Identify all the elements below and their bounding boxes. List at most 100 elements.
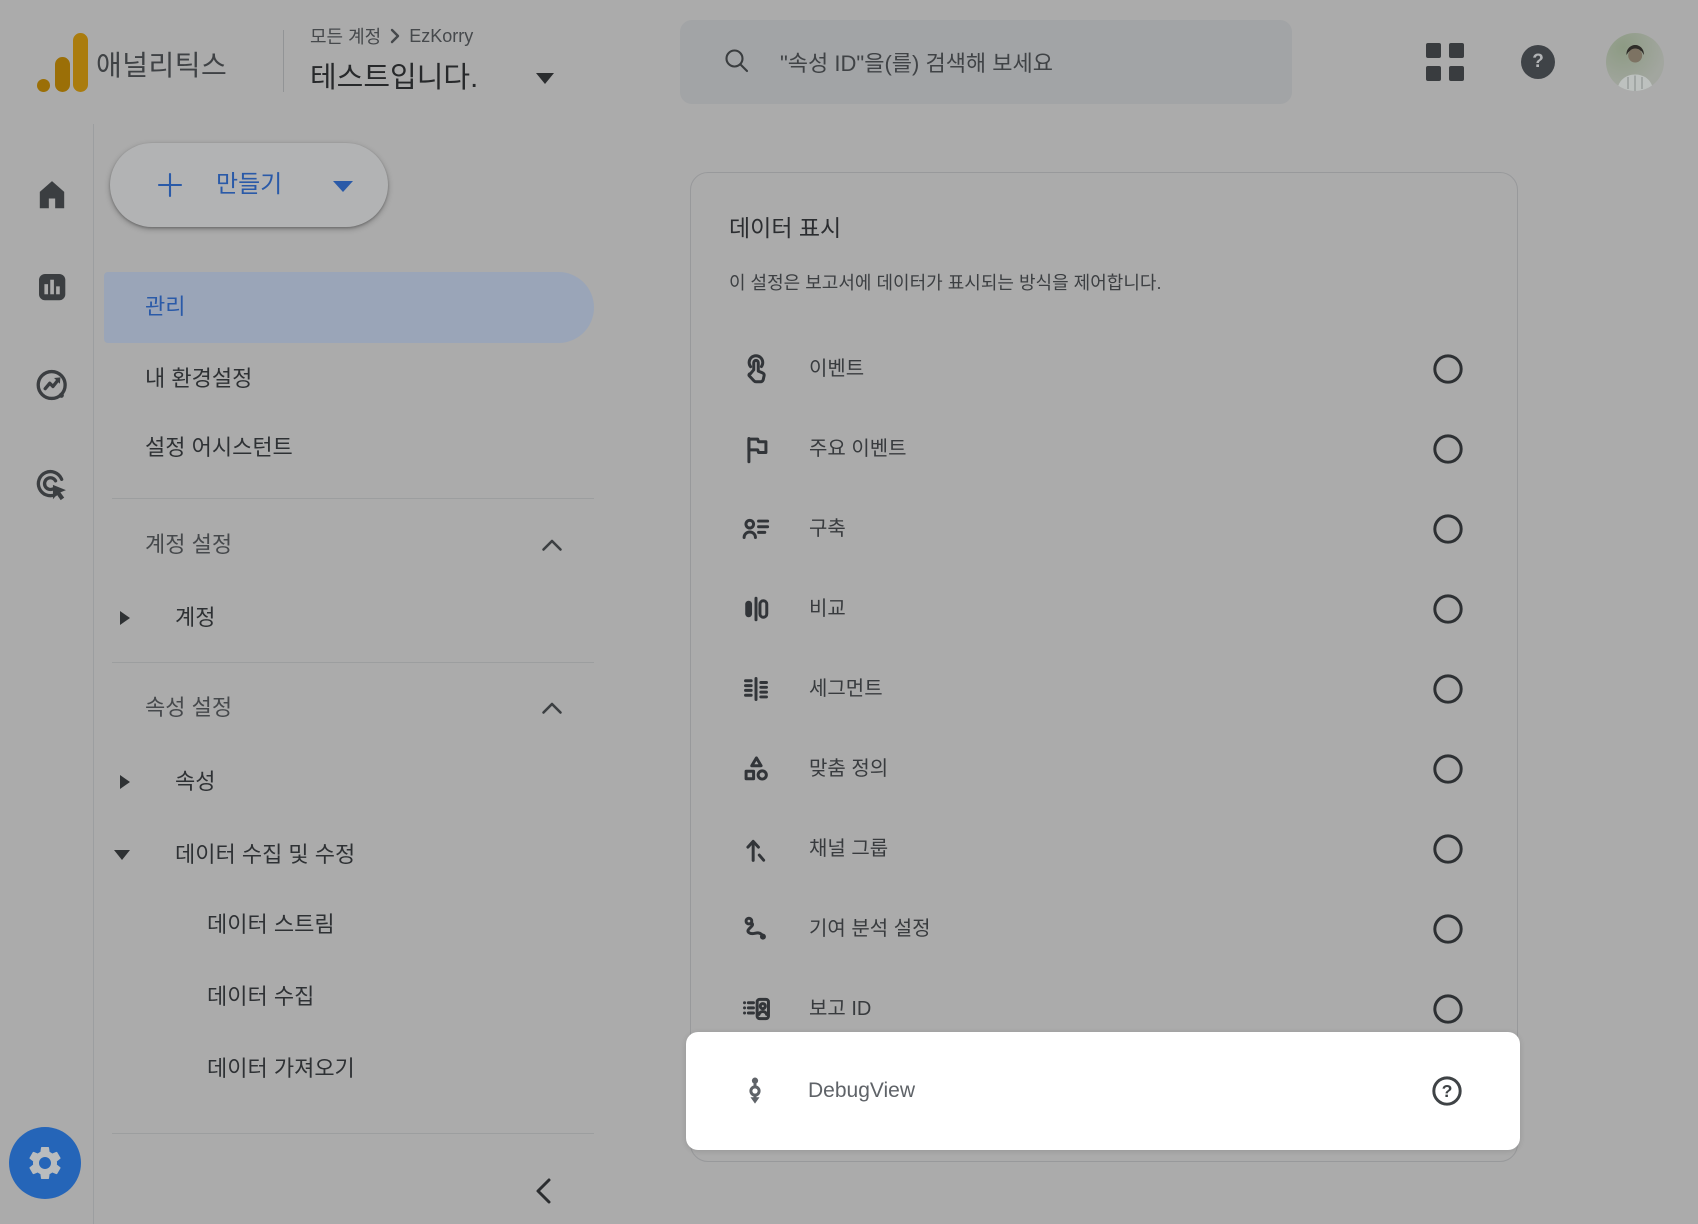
- card-row-audiences[interactable]: 구축 ?: [691, 489, 1517, 569]
- gear-icon: [25, 1143, 65, 1183]
- collapse-nav-icon[interactable]: [531, 1175, 557, 1207]
- grid-square: [1426, 43, 1441, 58]
- sidebar-item-reports[interactable]: [33, 268, 71, 306]
- logo-bar-mid: [55, 57, 70, 92]
- avatar-portrait: [1606, 33, 1664, 91]
- admin-settings-button[interactable]: [9, 1127, 81, 1199]
- row-label[interactable]: 구축: [809, 489, 846, 569]
- sidebar-item-account[interactable]: 계정: [175, 600, 215, 636]
- breadcrumb: 모든 계정 EzKorry: [310, 24, 473, 48]
- plus-icon: [156, 171, 184, 199]
- row-label[interactable]: 주요 이벤트: [809, 409, 907, 489]
- svg-text:?: ?: [1443, 919, 1454, 939]
- svg-text:?: ?: [1443, 359, 1454, 379]
- search-bar[interactable]: "속성 ID"을(를) 검색해 보세요: [680, 20, 1292, 104]
- custom-shapes-icon: [739, 752, 773, 786]
- svg-text:?: ?: [1443, 519, 1454, 539]
- property-caret-icon: [536, 73, 554, 84]
- grid-square: [1449, 66, 1464, 81]
- create-button[interactable]: 만들기: [110, 143, 388, 227]
- debugview-spotlight-row[interactable]: DebugView ?: [686, 1032, 1520, 1150]
- question-glyph: ?: [1532, 51, 1544, 73]
- sidebar-item-my-preferences[interactable]: 내 환경설정: [145, 361, 252, 397]
- flag-icon: [739, 432, 773, 466]
- help-icon[interactable]: ?: [1431, 912, 1465, 946]
- card-row-attribution-settings[interactable]: 기여 분석 설정 ?: [691, 889, 1517, 969]
- chevron-up-icon[interactable]: [541, 538, 563, 552]
- svg-text:?: ?: [1443, 599, 1454, 619]
- card-row-channel-groups[interactable]: 채널 그룹 ?: [691, 809, 1517, 889]
- help-icon[interactable]: ?: [1431, 752, 1465, 786]
- card-subtitle: 이 설정은 보고서에 데이터가 표시되는 방식을 제어합니다.: [729, 269, 1161, 295]
- help-icon[interactable]: ?: [1431, 512, 1465, 546]
- breadcrumb-root[interactable]: 모든 계정: [310, 23, 381, 49]
- row-label[interactable]: 비교: [809, 569, 846, 649]
- breadcrumb-account[interactable]: EzKorry: [409, 26, 473, 47]
- audience-person-list-icon: [739, 512, 773, 546]
- sidebar-item-property[interactable]: 속성: [175, 764, 215, 800]
- property-name[interactable]: 테스트입니다.: [310, 54, 478, 96]
- row-label[interactable]: 이벤트: [809, 329, 864, 409]
- property-selector[interactable]: 테스트입니다.: [310, 54, 554, 96]
- nav-divider: [112, 1133, 594, 1134]
- expand-right-icon[interactable]: [120, 775, 130, 789]
- section-account-settings[interactable]: 계정 설정: [145, 527, 232, 563]
- sidebar-item-data-streams[interactable]: 데이터 스트림: [207, 907, 335, 943]
- analytics-logo-icon[interactable]: [34, 32, 90, 92]
- svg-text:?: ?: [1443, 679, 1454, 699]
- help-icon[interactable]: ?: [1431, 592, 1465, 626]
- search-icon: [720, 45, 754, 79]
- nav-divider: [112, 662, 594, 663]
- card-row-key-events[interactable]: 주요 이벤트 ?: [691, 409, 1517, 489]
- grid-square: [1449, 43, 1464, 58]
- help-icon[interactable]: ?: [1521, 45, 1555, 79]
- sidebar-item-setup-assistant[interactable]: 설정 어시스턴트: [145, 430, 293, 466]
- row-label[interactable]: 세그먼트: [809, 649, 883, 729]
- header-divider: [283, 30, 284, 92]
- help-icon[interactable]: ?: [1431, 352, 1465, 386]
- search-placeholder: "속성 ID"을(를) 검색해 보세요: [780, 46, 1053, 78]
- row-label[interactable]: 채널 그룹: [809, 809, 888, 889]
- apps-grid-icon[interactable]: [1424, 41, 1466, 83]
- data-display-card: 데이터 표시 이 설정은 보고서에 데이터가 표시되는 방식을 제어합니다. 이…: [690, 172, 1518, 1162]
- section-property-settings[interactable]: 속성 설정: [145, 690, 232, 726]
- row-label-debugview[interactable]: DebugView: [808, 1032, 915, 1150]
- sidebar-item-data-import[interactable]: 데이터 가져오기: [207, 1051, 355, 1087]
- card-row-events[interactable]: 이벤트 ?: [691, 329, 1517, 409]
- help-icon[interactable]: ?: [1430, 1074, 1464, 1108]
- nav-divider: [112, 498, 594, 499]
- row-label[interactable]: 맞춤 정의: [809, 729, 888, 809]
- account-avatar[interactable]: [1606, 33, 1664, 91]
- reporting-identity-badge-icon: [739, 992, 773, 1026]
- channel-arrow-icon: [739, 832, 773, 866]
- help-icon[interactable]: ?: [1431, 832, 1465, 866]
- comparison-bars-icon: [739, 592, 773, 626]
- chevron-up-icon[interactable]: [541, 701, 563, 715]
- create-button-label: 만들기: [216, 143, 282, 227]
- create-dropdown-caret-icon[interactable]: [333, 181, 353, 192]
- row-label[interactable]: 기여 분석 설정: [809, 889, 931, 969]
- sidebar-item-data-collection[interactable]: 데이터 수집 및 수정: [175, 837, 355, 873]
- help-icon[interactable]: ?: [1431, 672, 1465, 706]
- expand-down-icon[interactable]: [114, 850, 130, 860]
- logo-bar-tall: [73, 33, 88, 92]
- card-row-custom-definitions[interactable]: 맞춤 정의 ?: [691, 729, 1517, 809]
- svg-text:?: ?: [1443, 839, 1454, 859]
- help-icon[interactable]: ?: [1431, 432, 1465, 466]
- sidebar-item-data-collection-sub[interactable]: 데이터 수집: [207, 979, 314, 1015]
- attribution-path-icon: [739, 912, 773, 946]
- sidebar-item-explore[interactable]: [33, 366, 71, 404]
- sidebar-item-advertising[interactable]: [33, 464, 71, 502]
- card-row-comparisons[interactable]: 비교 ?: [691, 569, 1517, 649]
- rail-divider: [93, 124, 94, 1224]
- svg-text:?: ?: [1443, 439, 1454, 459]
- grid-square: [1426, 66, 1441, 81]
- brand-title: 애널리틱스: [96, 44, 227, 84]
- expand-right-icon[interactable]: [120, 611, 130, 625]
- card-row-segments[interactable]: 세그먼트 ?: [691, 649, 1517, 729]
- sidebar-item-admin[interactable]: 관리: [145, 289, 185, 325]
- svg-text:?: ?: [1442, 1081, 1453, 1101]
- help-icon[interactable]: ?: [1431, 992, 1465, 1026]
- breadcrumb-chevron-icon: [389, 28, 401, 44]
- sidebar-item-home[interactable]: [33, 176, 71, 214]
